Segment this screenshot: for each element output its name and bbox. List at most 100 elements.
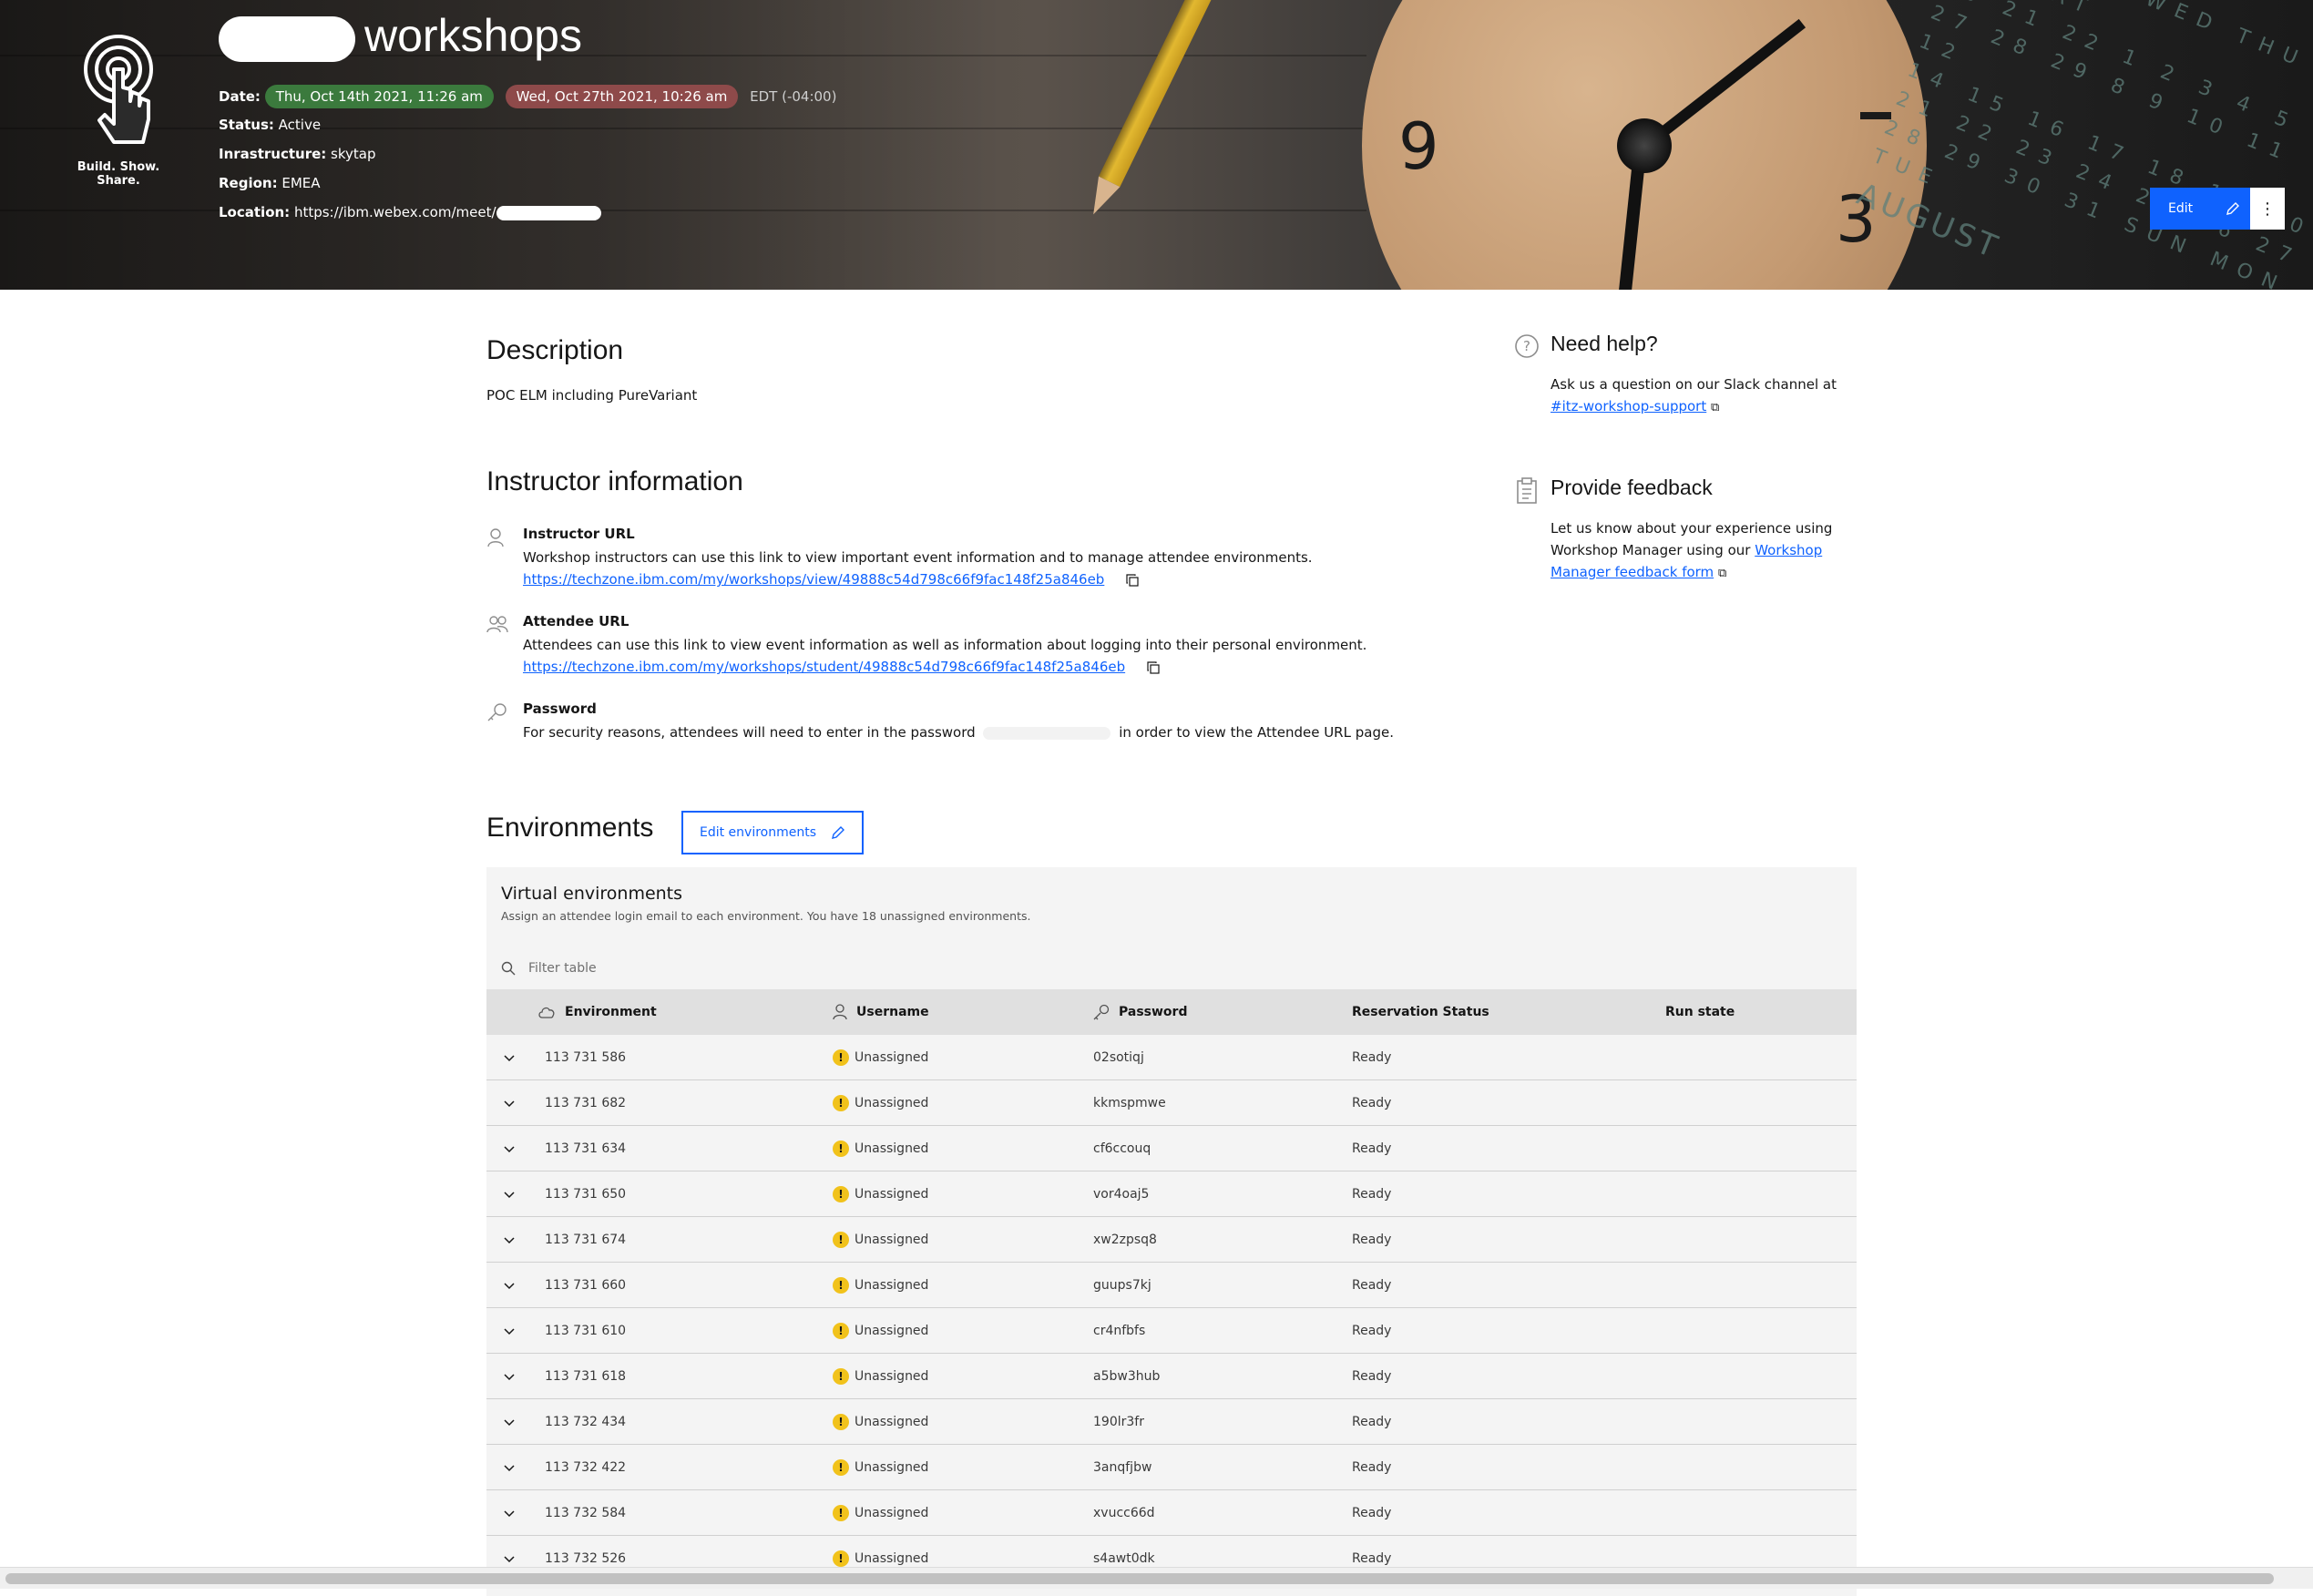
warning-icon: !	[833, 1186, 849, 1202]
username-value: Unassigned	[855, 1278, 929, 1293]
region-row: Region: EMEA	[219, 175, 321, 191]
table-row[interactable]: 113 732 584! Unassigned xvucc66d Ready	[486, 1490, 1857, 1536]
help-text: Ask us a question on our Slack channel a…	[1551, 373, 1860, 419]
expand-row-button[interactable]	[503, 1035, 516, 1080]
expand-row-button[interactable]	[503, 1126, 516, 1171]
expand-row-button[interactable]	[503, 1263, 516, 1308]
overflow-menu-button[interactable]: ⋮	[2250, 188, 2285, 230]
instructor-url-label: Instructor URL	[523, 526, 635, 542]
clock-image: 9 3	[1362, 0, 1927, 290]
copy-icon[interactable]	[1146, 660, 1161, 675]
table-row[interactable]: 113 731 610! Unassigned cr4nfbfs Ready	[486, 1308, 1857, 1354]
password-value: cf6ccouq	[1093, 1141, 1151, 1156]
filter-table-input[interactable]: Filter table	[486, 949, 1857, 987]
expand-row-button[interactable]	[503, 1308, 516, 1354]
page-title-text: workshops	[364, 10, 582, 61]
feedback-form-link[interactable]: Workshop	[1755, 542, 1822, 558]
expand-row-button[interactable]	[503, 1490, 516, 1536]
chevron-down-icon	[504, 1146, 515, 1153]
location-label: Location:	[219, 204, 291, 220]
password-value: 3anqfjbw	[1093, 1460, 1152, 1475]
reservation-status: Ready	[1352, 1141, 1392, 1156]
table-row[interactable]: 113 731 660! Unassigned guups7kj Ready	[486, 1263, 1857, 1308]
expand-row-button[interactable]	[503, 1080, 516, 1126]
environment-id: 113 731 650	[545, 1187, 627, 1202]
expand-row-button[interactable]	[503, 1399, 516, 1445]
username-cell: ! Unassigned	[833, 1126, 928, 1171]
scrollbar-thumb[interactable]	[5, 1573, 2274, 1584]
user-icon	[487, 528, 504, 547]
password-value: xw2zpsq8	[1093, 1233, 1157, 1247]
environment-id: 113 732 422	[545, 1460, 627, 1475]
table-header: Environment Username Password Reservatio…	[486, 989, 1857, 1035]
edit-environments-button[interactable]: Edit environments	[681, 811, 864, 854]
table-row[interactable]: 113 731 682! Unassigned kkmspmwe Ready	[486, 1080, 1857, 1126]
table-row[interactable]: 113 732 434! Unassigned 190lr3fr Ready	[486, 1399, 1857, 1445]
col-username[interactable]: Username	[833, 989, 929, 1035]
expand-row-button[interactable]	[503, 1217, 516, 1263]
username-value: Unassigned	[855, 1233, 929, 1247]
date-label: Date:	[219, 88, 261, 105]
col-reservation-status[interactable]: Reservation Status	[1352, 989, 1489, 1035]
user-icon	[833, 1004, 847, 1020]
reservation-status: Ready	[1352, 1324, 1392, 1338]
infrastructure-label: Inrastructure:	[219, 146, 327, 162]
table-subtitle: Assign an attendee login email to each e…	[501, 909, 1031, 923]
start-date-tag: Thu, Oct 14th 2021, 11:26 am	[264, 85, 494, 108]
feedback-text: Let us know about your experience using …	[1551, 517, 1842, 585]
table-row[interactable]: 113 731 618! Unassigned a5bw3hub Ready	[486, 1354, 1857, 1399]
username-value: Unassigned	[855, 1324, 929, 1338]
table-row[interactable]: 113 731 650! Unassigned vor4oaj5 Ready	[486, 1171, 1857, 1217]
environment-id: 113 731 634	[545, 1141, 627, 1156]
location-row: Location: https://ibm.webex.com/meet/	[219, 204, 601, 220]
chevron-down-icon	[504, 1192, 515, 1199]
password-text-before: For security reasons, attendees will nee…	[523, 724, 976, 741]
password-value: a5bw3hub	[1093, 1369, 1161, 1384]
table-row[interactable]: 113 731 586! Unassigned 02sotiqj Ready	[486, 1035, 1857, 1080]
warning-icon: !	[833, 1414, 849, 1430]
horizontal-scrollbar[interactable]	[0, 1567, 2313, 1589]
environment-id: 113 731 674	[545, 1233, 627, 1247]
warning-icon: !	[833, 1277, 849, 1294]
filter-placeholder: Filter table	[528, 961, 597, 976]
password-text-after: in order to view the Attendee URL page.	[1119, 724, 1394, 741]
expand-row-button[interactable]	[503, 1445, 516, 1490]
username-value: Unassigned	[855, 1050, 929, 1065]
instructor-url-link[interactable]: https://techzone.ibm.com/my/workshops/vi…	[523, 571, 1104, 588]
hero-banner: 9 3 13 14 15 WED THU FRI SAT 20 21 22 1 …	[0, 0, 2313, 290]
table-row[interactable]: 113 732 422! Unassigned 3anqfjbw Ready	[486, 1445, 1857, 1490]
chevron-down-icon	[504, 1556, 515, 1563]
warning-icon: !	[833, 1095, 849, 1111]
table-row[interactable]: 113 731 634 ! Unassigned cf6ccouq Ready	[486, 1126, 1857, 1171]
description-text: POC ELM including PureVariant	[486, 387, 698, 404]
username-value: Unassigned	[855, 1141, 929, 1156]
edit-workshop-button[interactable]: Edit	[2150, 188, 2250, 230]
table-row[interactable]: 113 731 674! Unassigned xw2zpsq8 Ready	[486, 1217, 1857, 1263]
username-cell: ! Unassigned	[833, 1490, 928, 1536]
col-run-state[interactable]: Run state	[1665, 989, 1735, 1035]
attendee-url-link[interactable]: https://techzone.ibm.com/my/workshops/st…	[523, 659, 1125, 675]
col-password[interactable]: Password	[1093, 989, 1187, 1035]
touch-icon	[84, 35, 153, 144]
col-environment-label: Environment	[565, 1005, 657, 1019]
end-date-tag: Wed, Oct 27th 2021, 10:26 am	[505, 85, 739, 108]
username-value: Unassigned	[855, 1551, 929, 1566]
chevron-down-icon	[504, 1374, 515, 1381]
clipboard-icon	[1516, 477, 1538, 508]
cloud-icon	[538, 1007, 555, 1018]
environment-id: 113 731 660	[545, 1278, 627, 1293]
slack-channel-link[interactable]: #itz-workshop-support	[1551, 398, 1706, 414]
copy-icon[interactable]	[1125, 573, 1140, 588]
expand-row-button[interactable]	[503, 1171, 516, 1217]
attendee-url-text: Attendees can use this link to view even…	[523, 637, 1367, 653]
expand-row-button[interactable]	[503, 1354, 516, 1399]
reservation-status: Ready	[1352, 1506, 1392, 1520]
date-row: Date: Thu, Oct 14th 2021, 11:26 am Wed, …	[219, 85, 836, 108]
svg-text:?: ?	[1523, 338, 1530, 354]
password-label: Password	[523, 701, 597, 717]
description-heading: Description	[486, 335, 624, 365]
feedback-form-link-cont[interactable]: Manager feedback form	[1551, 564, 1714, 580]
col-environment[interactable]: Environment	[537, 989, 657, 1035]
help-text-content: Ask us a question on our Slack channel a…	[1551, 376, 1837, 393]
warning-icon: !	[833, 1049, 849, 1066]
